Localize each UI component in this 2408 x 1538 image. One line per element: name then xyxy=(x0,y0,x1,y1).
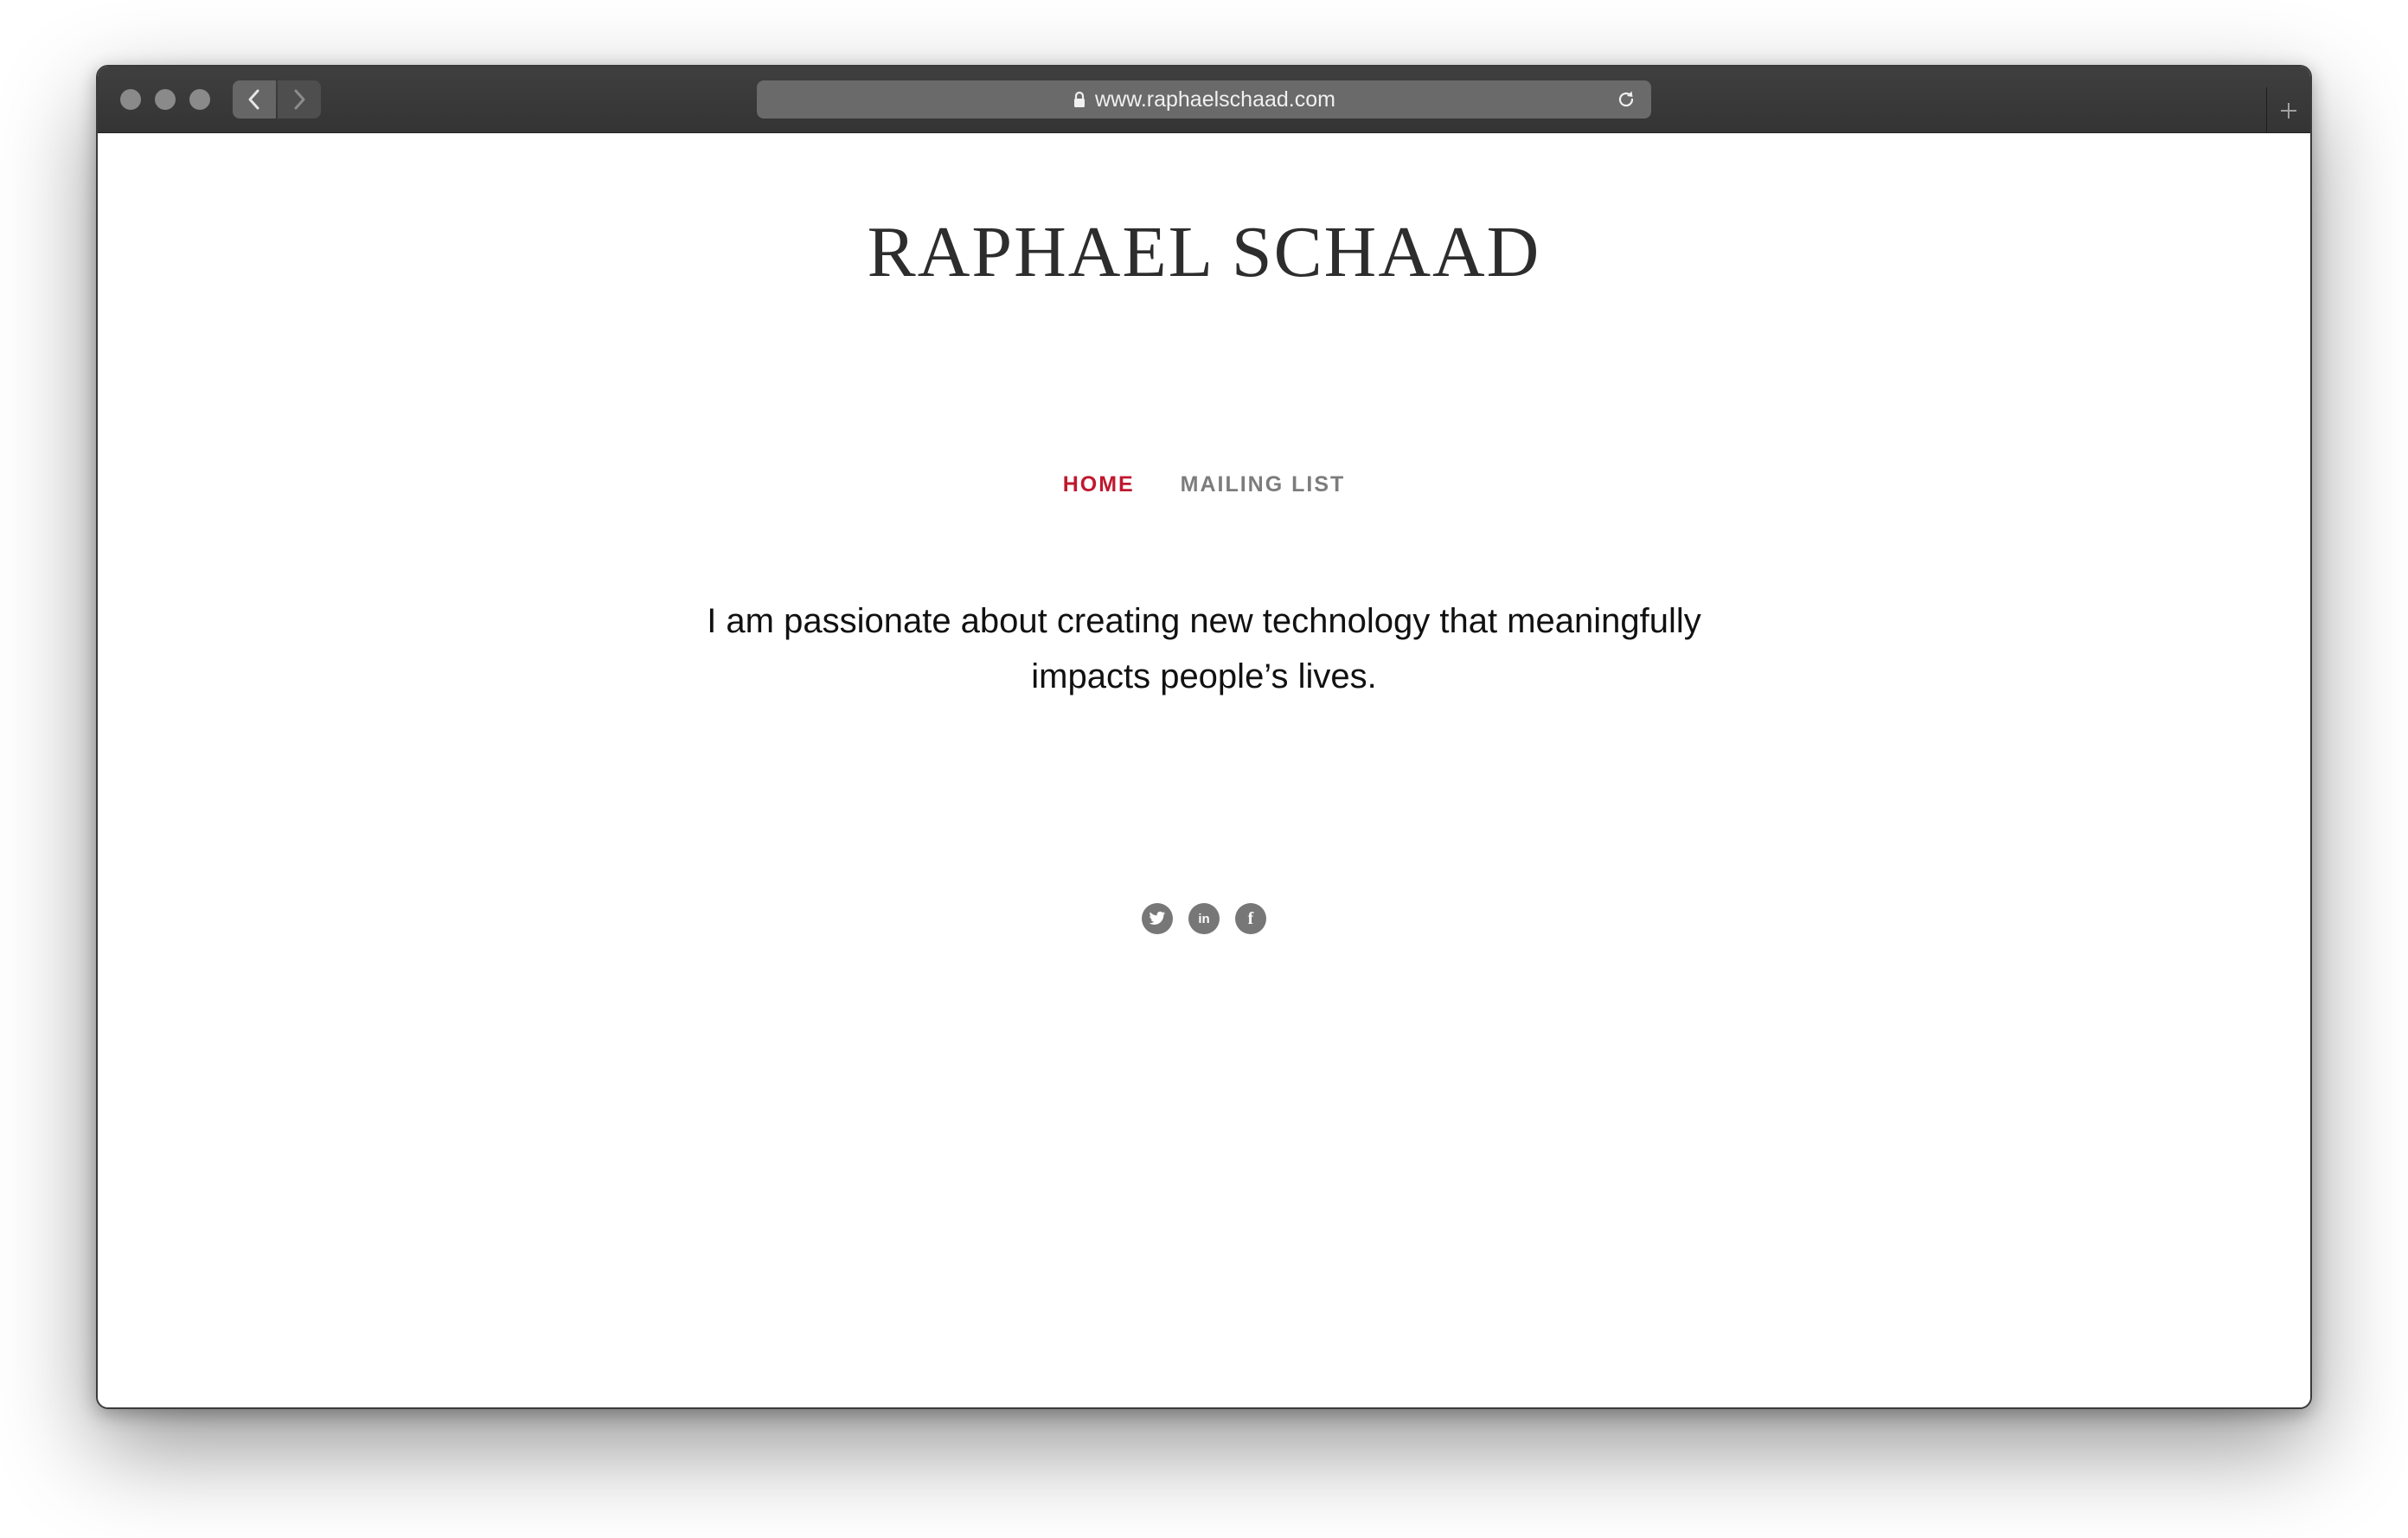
tagline-line-2: impacts people’s lives. xyxy=(1031,657,1377,695)
chevron-left-icon xyxy=(248,89,259,110)
main-nav: HOME MAILING LIST xyxy=(98,472,2310,497)
facebook-icon: f xyxy=(1247,908,1254,928)
maximize-window-button[interactable] xyxy=(189,89,210,110)
lock-icon xyxy=(1073,91,1086,108)
site-title[interactable]: RAPHAEL SCHAAD xyxy=(98,216,2310,289)
chevron-right-icon xyxy=(294,89,305,110)
address-bar[interactable]: www.raphaelschaad.com xyxy=(757,80,1651,119)
tagline-line-1: I am passionate about creating new techn… xyxy=(707,602,1701,640)
plus-icon xyxy=(2281,102,2296,119)
linkedin-icon: in xyxy=(1198,911,1210,926)
twitter-link[interactable] xyxy=(1142,903,1173,934)
nav-item-mailing-list[interactable]: MAILING LIST xyxy=(1181,472,1346,497)
browser-toolbar: www.raphaelschaad.com xyxy=(98,67,2310,133)
back-button[interactable] xyxy=(233,80,276,119)
forward-button[interactable] xyxy=(278,80,321,119)
url-text: www.raphaelschaad.com xyxy=(1095,87,1335,112)
browser-window: www.raphaelschaad.com RAPHAEL SCHAAD HOM… xyxy=(96,65,2312,1409)
linkedin-link[interactable]: in xyxy=(1188,903,1220,934)
tagline: I am passionate about creating new techn… xyxy=(98,593,2310,704)
new-tab-button[interactable] xyxy=(2266,87,2310,133)
social-links: in f xyxy=(98,903,2310,934)
web-page: RAPHAEL SCHAAD HOME MAILING LIST I am pa… xyxy=(98,133,2310,1407)
minimize-window-button[interactable] xyxy=(155,89,176,110)
reload-icon[interactable] xyxy=(1615,88,1637,111)
close-window-button[interactable] xyxy=(120,89,141,110)
facebook-link[interactable]: f xyxy=(1235,903,1266,934)
twitter-icon xyxy=(1149,911,1166,925)
nav-item-home[interactable]: HOME xyxy=(1063,472,1135,497)
